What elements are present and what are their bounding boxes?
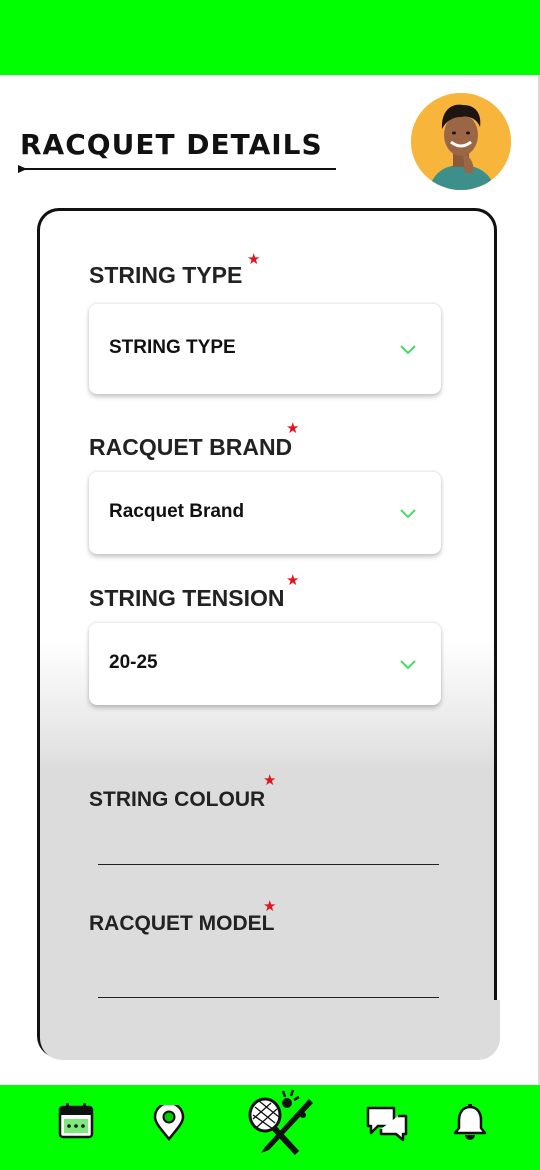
racquet-model-label: RACQUET MODEL <box>89 912 275 935</box>
chat-icon[interactable] <box>365 1105 409 1143</box>
racquet-brand-value: Racquet Brand <box>109 501 245 522</box>
string-tension-value: 20-25 <box>109 652 158 673</box>
chevron-down-icon <box>400 345 416 355</box>
string-colour-underline <box>98 864 439 865</box>
user-photo-icon <box>411 93 511 190</box>
chevron-down-icon <box>400 660 416 670</box>
calendar-icon[interactable] <box>58 1102 94 1140</box>
bottom-nav <box>0 1085 540 1170</box>
form-card-base <box>40 1000 500 1060</box>
required-star: ★ <box>263 898 277 915</box>
racquet-brand-dropdown[interactable]: Racquet Brand <box>89 472 441 554</box>
racquet-logo-icon[interactable] <box>243 1087 318 1157</box>
string-type-dropdown[interactable]: STRING TYPE <box>89 304 441 394</box>
required-star: ★ <box>286 572 300 589</box>
string-colour-input[interactable] <box>98 830 439 865</box>
bell-icon[interactable] <box>452 1104 488 1142</box>
string-type-value: STRING TYPE <box>109 337 236 358</box>
chevron-down-icon <box>400 509 416 519</box>
status-bar <box>0 0 540 75</box>
racquet-brand-label: RACQUET BRAND <box>89 434 293 460</box>
required-star: ★ <box>247 251 261 268</box>
page-title: RACQUET DETAILS <box>20 128 323 161</box>
string-tension-label: STRING TENSION <box>89 585 285 611</box>
required-star: ★ <box>263 772 277 789</box>
string-type-label: STRING TYPE <box>89 262 243 288</box>
arrow-icon <box>18 165 27 173</box>
required-star: ★ <box>286 420 300 437</box>
string-colour-label: STRING COLOUR <box>89 788 266 811</box>
racquet-model-input[interactable] <box>98 962 439 997</box>
avatar[interactable] <box>411 93 511 190</box>
string-tension-dropdown[interactable]: 20-25 <box>89 623 441 705</box>
title-underline <box>20 168 336 170</box>
location-pin-icon[interactable] <box>152 1105 186 1141</box>
racquet-model-underline <box>98 997 439 998</box>
